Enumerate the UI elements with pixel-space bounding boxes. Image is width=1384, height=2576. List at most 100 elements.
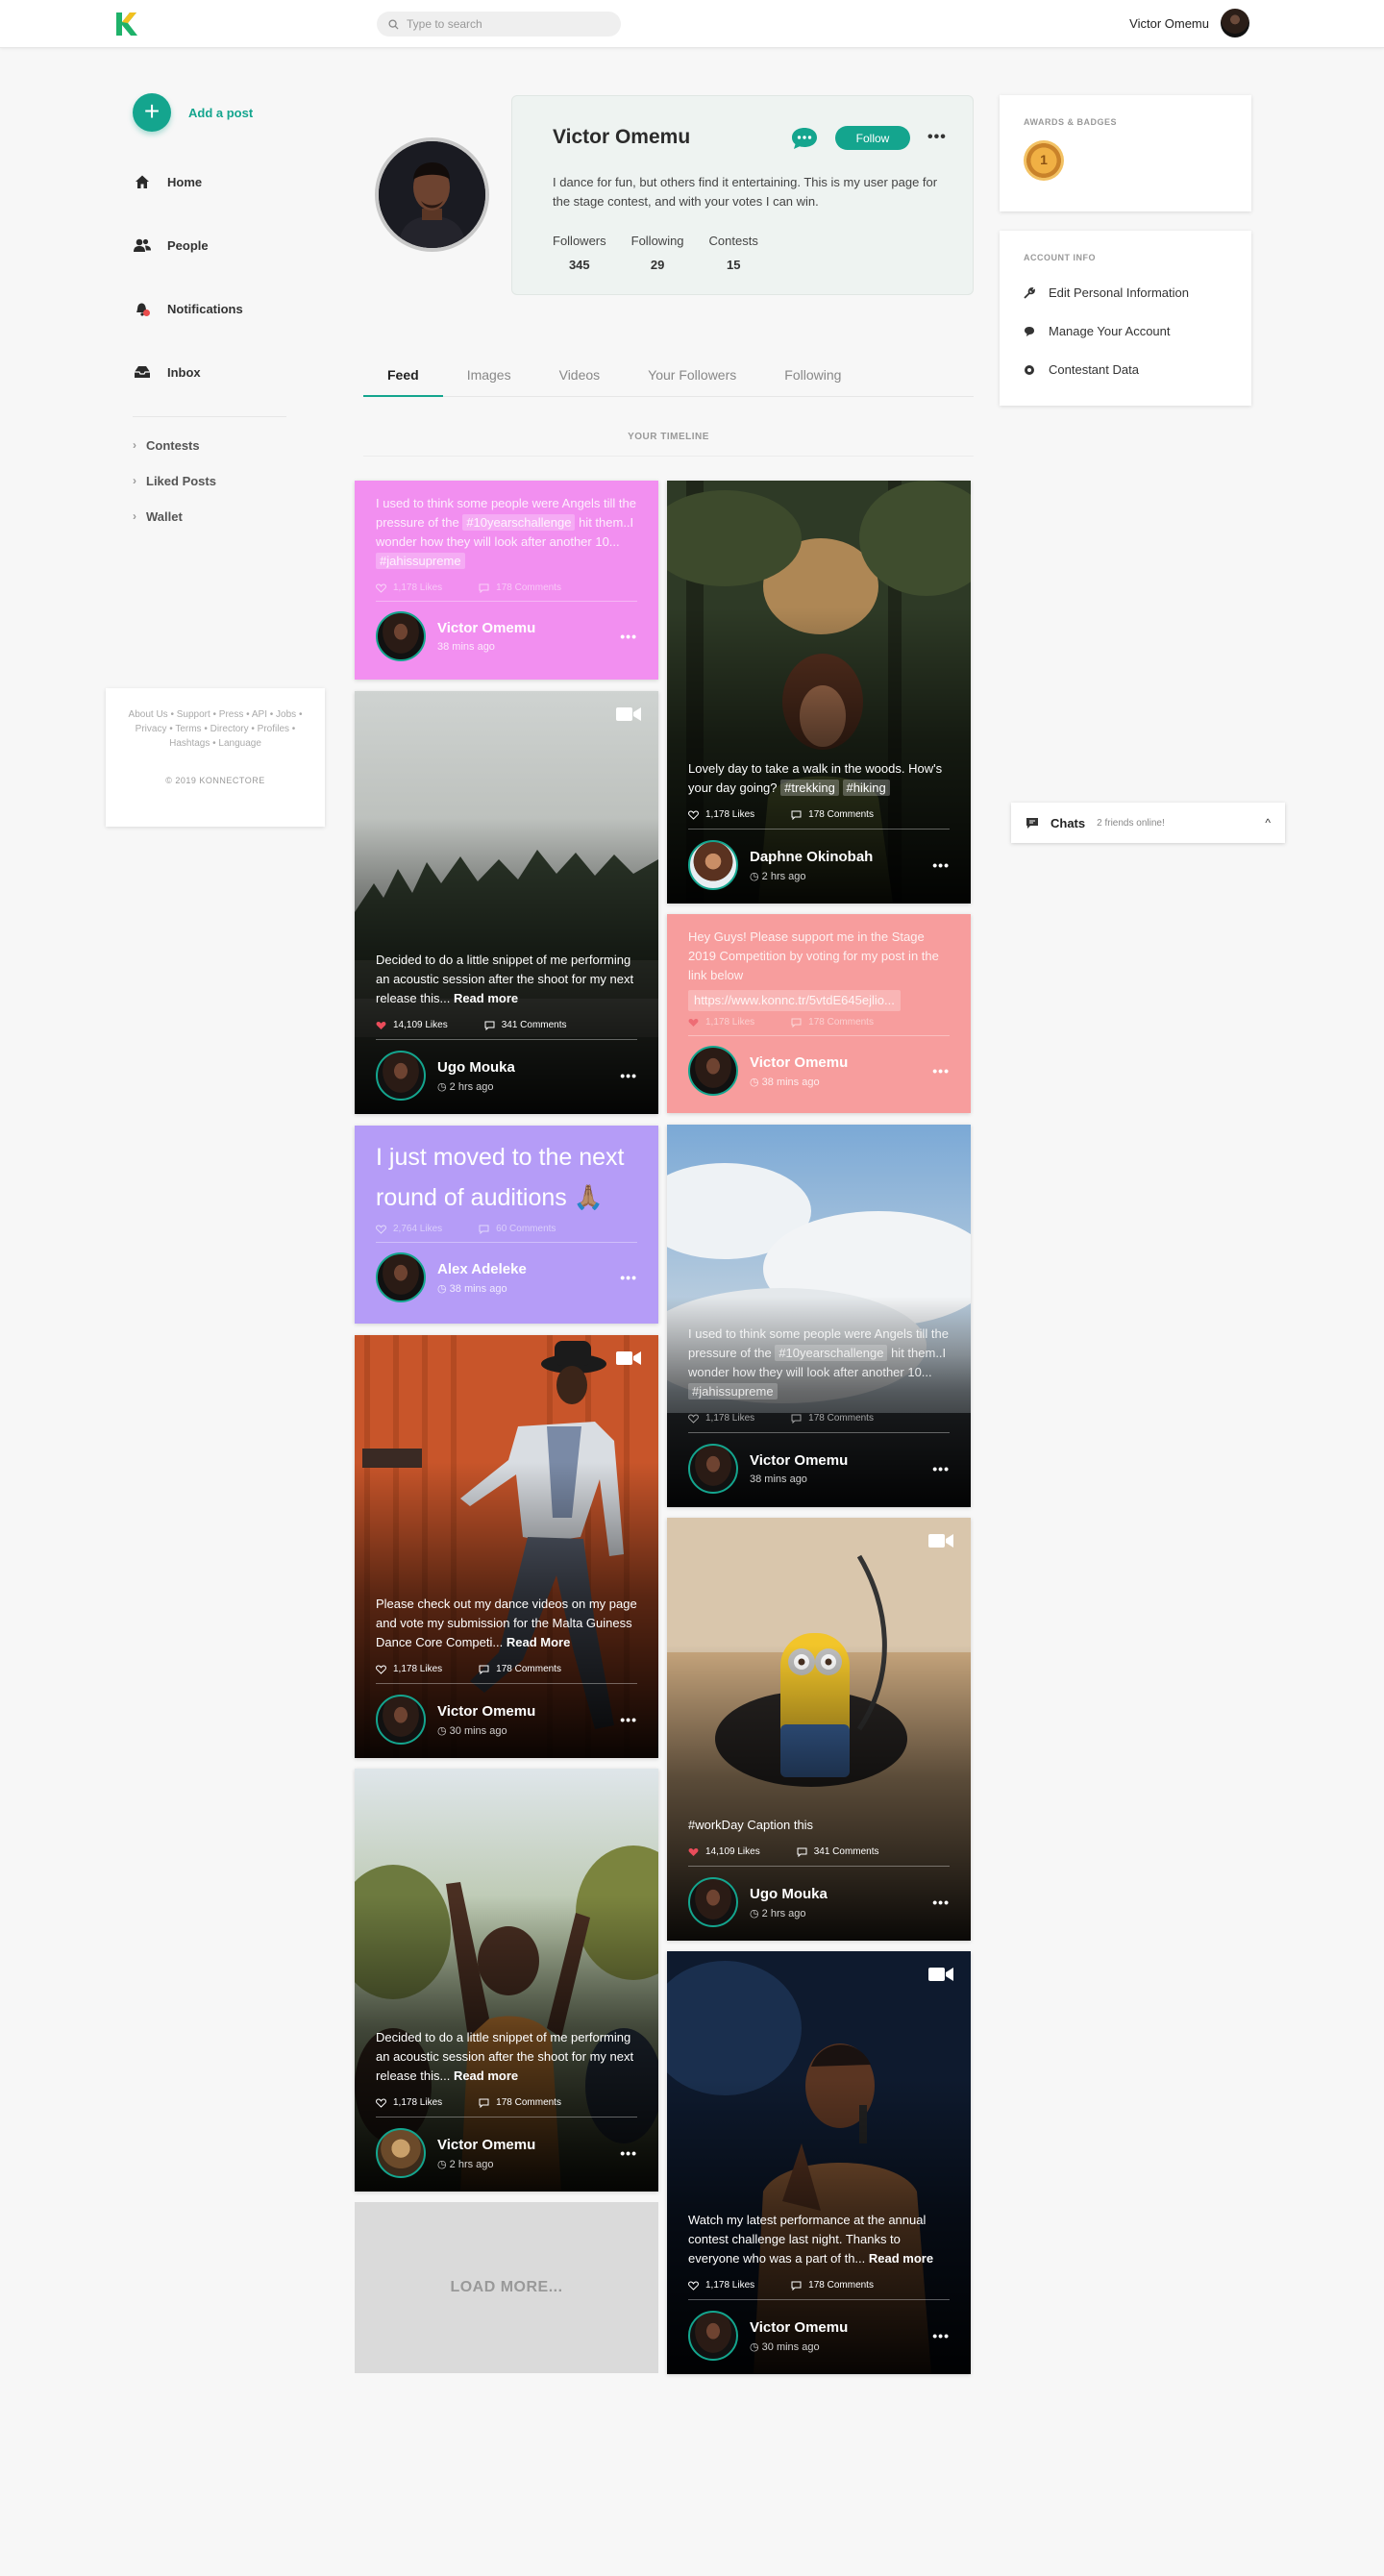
konnectore-logo[interactable] (113, 11, 138, 37)
post-link[interactable]: https://www.konnc.tr/5vtdE645ejlio... (688, 990, 901, 1011)
tab-feed[interactable]: Feed (363, 359, 443, 397)
more-options-icon[interactable]: ••• (620, 629, 637, 644)
chevron-up-icon[interactable]: ^ (1265, 816, 1271, 830)
profile-photo[interactable] (375, 137, 489, 252)
search-input[interactable] (407, 17, 599, 31)
avatar[interactable] (376, 611, 426, 661)
likes-button[interactable]: 1,178 Likes (688, 1413, 754, 1424)
comments-button[interactable]: 341 Comments (484, 1020, 567, 1030)
more-options-icon[interactable]: ••• (932, 2328, 950, 2343)
more-options-icon[interactable]: ••• (932, 857, 950, 873)
likes-button[interactable]: 1,178 Likes (376, 582, 442, 593)
sidebar-item-liked-posts[interactable]: › Liked Posts (133, 474, 216, 509)
hashtag[interactable]: #10yearschallenge (775, 1345, 888, 1361)
chat-bubble-icon[interactable] (790, 126, 819, 151)
avatar[interactable] (376, 1695, 426, 1745)
stat-contests[interactable]: Contests 15 (709, 234, 758, 272)
avatar[interactable] (376, 1252, 426, 1302)
author-name[interactable]: Ugo Mouka (750, 1886, 828, 1902)
avatar[interactable] (1221, 9, 1249, 37)
more-options-icon[interactable]: ••• (932, 1063, 950, 1078)
avatar[interactable] (376, 2128, 426, 2178)
post-card[interactable]: Decided to do a little snippet of me per… (355, 1769, 658, 2192)
more-options-icon[interactable]: ••• (620, 2145, 637, 2161)
add-post-button[interactable]: + Add a post (133, 93, 253, 132)
read-more-link[interactable]: Read more (454, 991, 518, 1005)
chats-widget[interactable]: Chats 2 friends online! ^ (1011, 803, 1285, 843)
post-card[interactable]: I just moved to the next round of auditi… (355, 1126, 658, 1324)
author-name[interactable]: Victor Omemu (437, 620, 535, 636)
more-options-icon[interactable]: ••• (932, 1895, 950, 1910)
read-more-link[interactable]: Read more (454, 2068, 518, 2083)
read-more-link[interactable]: Read more (869, 2251, 933, 2266)
author-name[interactable]: Victor Omemu (437, 1703, 535, 1720)
hashtag[interactable]: #trekking (780, 780, 839, 796)
tab-images[interactable]: Images (443, 359, 535, 397)
author-name[interactable]: Victor Omemu (437, 2137, 535, 2153)
edit-personal-info-link[interactable]: Edit Personal Information (1024, 285, 1227, 301)
avatar[interactable] (688, 1046, 738, 1096)
search-bar[interactable] (377, 12, 621, 37)
tab-following[interactable]: Following (760, 359, 865, 397)
load-more-button[interactable]: LOAD MORE... (355, 2202, 658, 2373)
post-card[interactable]: Lovely day to take a walk in the woods. … (667, 481, 971, 904)
comments-button[interactable]: 341 Comments (797, 1846, 879, 1857)
post-card[interactable]: Hey Guys! Please support me in the Stage… (667, 914, 971, 1113)
likes-button[interactable]: 1,178 Likes (376, 2097, 442, 2108)
sidebar-item-notifications[interactable]: Notifications (133, 298, 286, 319)
hashtag[interactable]: #jahissupreme (688, 1383, 778, 1399)
avatar[interactable] (688, 2311, 738, 2361)
sidebar-item-contests[interactable]: › Contests (133, 438, 216, 474)
avatar[interactable] (688, 1444, 738, 1494)
contestant-data-link[interactable]: Contestant Data (1024, 361, 1227, 378)
more-options-icon[interactable]: ••• (620, 1068, 637, 1083)
comments-button[interactable]: 178 Comments (791, 1017, 874, 1028)
tab-videos[interactable]: Videos (535, 359, 625, 397)
footer-links[interactable]: About Us • Support • Press • API • Jobs … (123, 707, 308, 751)
post-card[interactable]: Watch my latest performance at the annua… (667, 1951, 971, 2374)
author-name[interactable]: Alex Adeleke (437, 1261, 527, 1277)
more-options-icon[interactable]: ••• (620, 1270, 637, 1285)
user-menu[interactable]: Victor Omemu (1129, 9, 1249, 37)
comments-button[interactable]: 178 Comments (791, 1413, 874, 1424)
author-name[interactable]: Ugo Mouka (437, 1059, 515, 1076)
comments-button[interactable]: 178 Comments (479, 1664, 561, 1674)
avatar[interactable] (688, 840, 738, 890)
author-name[interactable]: Victor Omemu (750, 1054, 848, 1071)
likes-button[interactable]: 2,764 Likes (376, 1224, 442, 1234)
author-name[interactable]: Daphne Okinobah (750, 849, 873, 865)
avatar[interactable] (376, 1051, 426, 1101)
post-card[interactable]: I used to think some people were Angels … (355, 481, 658, 680)
comments-button[interactable]: 178 Comments (791, 2280, 874, 2291)
follow-button[interactable]: Follow (835, 126, 910, 150)
sidebar-item-home[interactable]: Home (133, 171, 286, 192)
hashtag[interactable]: #jahissupreme (376, 553, 465, 569)
post-card[interactable]: Please check out my dance videos on my p… (355, 1335, 658, 1758)
sidebar-item-people[interactable]: People (133, 235, 286, 256)
comments-button[interactable]: 60 Comments (479, 1224, 556, 1234)
sidebar-item-inbox[interactable]: Inbox (133, 361, 286, 383)
comments-button[interactable]: 178 Comments (479, 582, 561, 593)
more-options-icon[interactable]: ••• (927, 129, 947, 146)
author-name[interactable]: Victor Omemu (750, 2319, 848, 2336)
post-card[interactable]: Decided to do a little snippet of me per… (355, 691, 658, 1114)
post-card[interactable]: #workDay Caption this 14,109 Likes 341 C… (667, 1518, 971, 1941)
manage-account-link[interactable]: Manage Your Account (1024, 323, 1227, 339)
stat-following[interactable]: Following 29 (631, 234, 684, 272)
stat-followers[interactable]: Followers 345 (553, 234, 606, 272)
tab-your-followers[interactable]: Your Followers (624, 359, 760, 397)
likes-button[interactable]: 1,178 Likes (376, 1664, 442, 1674)
likes-button[interactable]: 14,109 Likes (688, 1846, 760, 1857)
post-card[interactable]: I used to think some people were Angels … (667, 1125, 971, 1507)
sidebar-item-wallet[interactable]: › Wallet (133, 509, 216, 545)
comments-button[interactable]: 178 Comments (791, 809, 874, 820)
likes-button[interactable]: 1,178 Likes (688, 2280, 754, 2291)
comments-button[interactable]: 178 Comments (479, 2097, 561, 2108)
likes-button[interactable]: 1,178 Likes (688, 1017, 754, 1028)
medal-icon[interactable]: 1 (1024, 140, 1064, 181)
more-options-icon[interactable]: ••• (620, 1712, 637, 1727)
likes-button[interactable]: 14,109 Likes (376, 1020, 448, 1030)
more-options-icon[interactable]: ••• (932, 1461, 950, 1476)
author-name[interactable]: Victor Omemu (750, 1452, 848, 1469)
hashtag[interactable]: #10yearschallenge (462, 514, 576, 531)
